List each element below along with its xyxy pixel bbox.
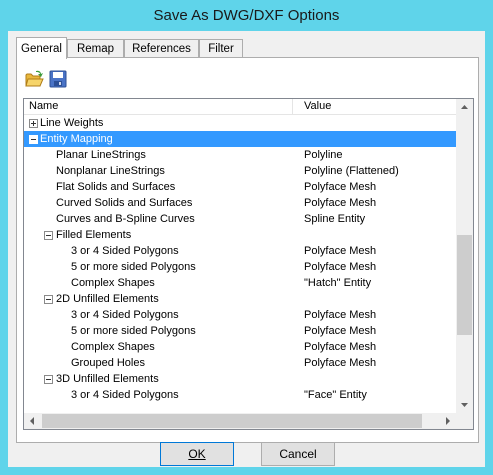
tree-row-2d-unfilled-elements[interactable]: 2D Unfilled Elements	[24, 291, 456, 307]
horizontal-scrollbar[interactable]	[24, 413, 456, 429]
cancel-button[interactable]: Cancel	[261, 442, 335, 466]
tree-row[interactable]: Grouped Holes Polyface Mesh	[24, 355, 456, 371]
tree-row[interactable]: 3 or 4 Sided Polygons Polyface Mesh	[24, 243, 456, 259]
tree-row-filled-elements[interactable]: Filled Elements	[24, 227, 456, 243]
vertical-scroll-thumb[interactable]	[457, 235, 472, 335]
column-separator[interactable]	[292, 99, 293, 114]
collapse-icon[interactable]	[44, 231, 53, 240]
title-bar[interactable]: Save As DWG/DXF Options	[0, 0, 493, 32]
tab-remap[interactable]: Remap	[67, 39, 124, 58]
tree-row[interactable]: Curved Solids and Surfaces Polyface Mesh	[24, 195, 456, 211]
open-folder-icon[interactable]	[25, 70, 44, 88]
collapse-icon[interactable]	[44, 295, 53, 304]
tree-row[interactable]: 5 or more sided Polygons Polyface Mesh	[24, 323, 456, 339]
scrollbar-corner	[456, 413, 473, 429]
scroll-left-button[interactable]	[24, 413, 41, 429]
tree-row-line-weights[interactable]: Line Weights	[24, 115, 456, 131]
scroll-down-button[interactable]	[456, 396, 473, 413]
ok-button[interactable]: OK	[160, 442, 234, 466]
tree-row[interactable]: Complex Shapes "Hatch" Entity	[24, 275, 456, 291]
window-title: Save As DWG/DXF Options	[153, 7, 340, 24]
collapse-icon[interactable]	[29, 135, 38, 144]
tree-row-entity-mapping[interactable]: Entity Mapping	[24, 131, 456, 147]
tab-general[interactable]: General	[16, 37, 67, 59]
tree-row[interactable]: Curves and B-Spline Curves Spline Entity	[24, 211, 456, 227]
dialog-window: Save As DWG/DXF Options General Remap Re…	[0, 0, 493, 475]
grid-rows: Line Weights Entity Mapping Planar LineS…	[24, 115, 456, 413]
expand-icon[interactable]	[29, 119, 38, 128]
tree-row[interactable]: 3 or 4 Sided Polygons Polyface Mesh	[24, 307, 456, 323]
cancel-button-label: Cancel	[279, 447, 317, 461]
tree-row[interactable]: Planar LineStrings Polyline	[24, 147, 456, 163]
floppy-disk-icon[interactable]	[49, 70, 67, 88]
tree-row[interactable]: Complex Shapes Polyface Mesh	[24, 339, 456, 355]
tab-references[interactable]: References	[124, 39, 199, 58]
tab-filter[interactable]: Filter	[199, 39, 243, 58]
scroll-up-button[interactable]	[456, 99, 473, 116]
tree-row[interactable]: Flat Solids and Surfaces Polyface Mesh	[24, 179, 456, 195]
grid-header: Name Value	[24, 99, 456, 115]
scroll-right-button[interactable]	[439, 413, 456, 429]
tree-row-3d-unfilled-elements[interactable]: 3D Unfilled Elements	[24, 371, 456, 387]
collapse-icon[interactable]	[44, 375, 53, 384]
tree-row[interactable]: Nonplanar LineStrings Polyline (Flattene…	[24, 163, 456, 179]
column-header-value[interactable]: Value	[304, 100, 331, 112]
general-tab-panel: Name Value Line Weights Entity Mapping P…	[16, 57, 479, 443]
dialog-client-area: General Remap References Filter Name Val…	[8, 31, 485, 467]
tree-row[interactable]: 3 or 4 Sided Polygons "Face" Entity	[24, 387, 456, 403]
column-header-name[interactable]: Name	[29, 100, 58, 112]
property-grid[interactable]: Name Value Line Weights Entity Mapping P…	[23, 98, 474, 430]
ok-button-label: OK	[188, 447, 206, 461]
horizontal-scroll-thumb[interactable]	[42, 414, 422, 428]
vertical-scrollbar[interactable]	[456, 99, 473, 413]
tree-row[interactable]: 5 or more sided Polygons Polyface Mesh	[24, 259, 456, 275]
